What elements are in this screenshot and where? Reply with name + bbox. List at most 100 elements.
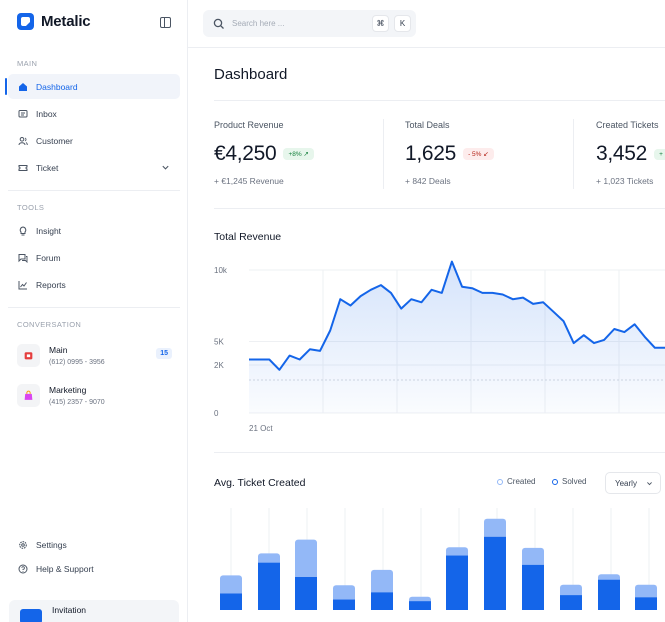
stat-label: Created Tickets bbox=[596, 120, 659, 130]
chart-line-icon bbox=[18, 280, 28, 290]
home-icon bbox=[18, 82, 28, 92]
search-bar[interactable]: Search here ... ⌘ K bbox=[203, 10, 416, 37]
bar-solved bbox=[220, 593, 242, 610]
phone-icon bbox=[24, 351, 33, 359]
chevron-down-icon bbox=[647, 481, 652, 485]
mail-icon bbox=[20, 609, 42, 622]
sidebar-item-label: Dashboard bbox=[36, 81, 78, 92]
bar-solved bbox=[333, 599, 355, 610]
conversation-name: Main bbox=[49, 344, 68, 355]
conversation-item-main[interactable]: Main (612) 0995 - 3956 15 bbox=[17, 338, 177, 372]
avatar bbox=[17, 343, 40, 367]
bulb-icon bbox=[18, 225, 28, 236]
bar-solved bbox=[560, 595, 582, 610]
trend-badge: +8% ↗ bbox=[283, 148, 314, 160]
stat-card-deals: Total Deals 1,625 - 5% ↙ + 842 Deals bbox=[405, 120, 494, 186]
conversation-phone: (612) 0995 - 3956 bbox=[49, 358, 105, 366]
bar-solved bbox=[598, 579, 620, 610]
sidebar-item-customer[interactable]: Customer bbox=[8, 128, 180, 153]
invitation-label: Invitation bbox=[52, 605, 87, 615]
sidebar-item-ticket[interactable]: Ticket bbox=[8, 155, 180, 180]
sidebar-item-dashboard[interactable]: Dashboard bbox=[5, 74, 180, 99]
sidebar-item-label: Settings bbox=[36, 539, 67, 550]
bar-solved bbox=[295, 577, 317, 610]
bar-solved bbox=[635, 597, 657, 610]
kbd-command: ⌘ bbox=[372, 15, 389, 32]
sidebar-item-settings[interactable]: Settings bbox=[8, 532, 180, 557]
ticket-icon bbox=[18, 163, 28, 173]
conversation-item-marketing[interactable]: Marketing (415) 2357 - 9070 bbox=[17, 378, 177, 412]
sidebar-item-inbox[interactable]: Inbox bbox=[8, 101, 180, 126]
search-input[interactable]: Search here ... bbox=[232, 19, 284, 28]
section-label-tools: TOOLS bbox=[17, 203, 45, 212]
section-label-main: MAIN bbox=[17, 59, 38, 68]
revenue-area bbox=[249, 261, 665, 413]
conversation-phone: (415) 2357 - 9070 bbox=[49, 398, 105, 406]
app-name: Metalic bbox=[41, 13, 91, 30]
legend-created: Created bbox=[497, 477, 535, 486]
inbox-icon bbox=[18, 109, 28, 119]
bar-solved bbox=[522, 564, 544, 610]
bar-solved bbox=[371, 592, 393, 610]
content-divider bbox=[214, 452, 665, 453]
sidebar-toggle-icon[interactable] bbox=[160, 17, 171, 28]
legend-label: Solved bbox=[562, 477, 587, 486]
sidebar-divider bbox=[8, 190, 180, 191]
bar-solved bbox=[258, 562, 280, 610]
stat-sub: + €1,245 Revenue bbox=[214, 176, 284, 186]
stat-value: 1,625 bbox=[405, 142, 457, 165]
sidebar-item-label: Reports bbox=[36, 279, 66, 290]
revenue-chart: 10k 5K 2K 0 21 Oct bbox=[214, 260, 665, 433]
sidebar-item-forum[interactable]: Forum bbox=[8, 245, 180, 270]
bar-solved bbox=[484, 536, 506, 610]
stat-value: €4,250 bbox=[214, 142, 277, 165]
sidebar-item-reports[interactable]: Reports bbox=[8, 272, 180, 297]
conversation-name: Marketing bbox=[49, 384, 87, 395]
sidebar-item-label: Customer bbox=[36, 135, 73, 146]
bag-icon bbox=[24, 390, 33, 400]
users-icon bbox=[18, 136, 28, 146]
legend-solved-marker bbox=[552, 478, 558, 485]
sidebar: Metalic MAIN Dashboard Inbox Customer Ti… bbox=[0, 0, 188, 622]
content-divider bbox=[214, 208, 665, 209]
y-tick-label: 0 bbox=[214, 409, 219, 418]
period-select-value: Yearly bbox=[615, 478, 637, 488]
logo-icon bbox=[17, 13, 34, 30]
help-icon bbox=[18, 564, 28, 574]
sidebar-item-label: Help & Support bbox=[36, 563, 94, 574]
sidebar-item-label: Insight bbox=[36, 225, 62, 236]
chevron-down-icon[interactable] bbox=[161, 163, 170, 174]
forum-icon bbox=[18, 253, 28, 263]
invitation-card[interactable]: Invitation bbox=[9, 600, 179, 622]
trend-badge: + bbox=[654, 148, 665, 160]
content-divider bbox=[214, 100, 665, 101]
y-tick-label: 5K bbox=[214, 338, 224, 347]
sidebar-item-label: Forum bbox=[36, 252, 61, 263]
period-select[interactable]: Yearly bbox=[605, 472, 661, 494]
stat-value: 3,452 bbox=[596, 142, 648, 165]
stat-separator bbox=[383, 119, 384, 189]
kbd-k: K bbox=[394, 15, 411, 32]
bar-solved bbox=[446, 555, 468, 610]
topbar-divider bbox=[188, 47, 665, 48]
ticket-chart bbox=[220, 508, 657, 610]
ticket-chart-title: Avg. Ticket Created bbox=[214, 477, 306, 489]
trend-badge: - 5% ↙ bbox=[463, 148, 494, 160]
search-icon bbox=[213, 18, 224, 29]
revenue-chart-title: Total Revenue bbox=[214, 231, 282, 243]
page-title: Dashboard bbox=[214, 66, 288, 83]
y-tick-label: 2K bbox=[214, 361, 224, 370]
stat-sub: + 1,023 Tickets bbox=[596, 176, 654, 186]
stat-label: Total Deals bbox=[405, 120, 450, 130]
bar-solved bbox=[409, 601, 431, 610]
sidebar-item-help[interactable]: Help & Support bbox=[8, 556, 180, 581]
y-tick-label: 10k bbox=[214, 266, 228, 275]
x-tick-label: 21 Oct bbox=[249, 424, 273, 433]
stat-card-tickets: Created Tickets 3,452 + + 1,023 Tickets bbox=[596, 120, 665, 186]
stat-separator bbox=[573, 119, 574, 189]
sidebar-item-label: Inbox bbox=[36, 108, 57, 119]
bar-created bbox=[295, 539, 317, 581]
brand[interactable]: Metalic bbox=[17, 13, 91, 30]
unread-badge: 15 bbox=[156, 348, 172, 359]
sidebar-item-insight[interactable]: Insight bbox=[8, 218, 180, 243]
